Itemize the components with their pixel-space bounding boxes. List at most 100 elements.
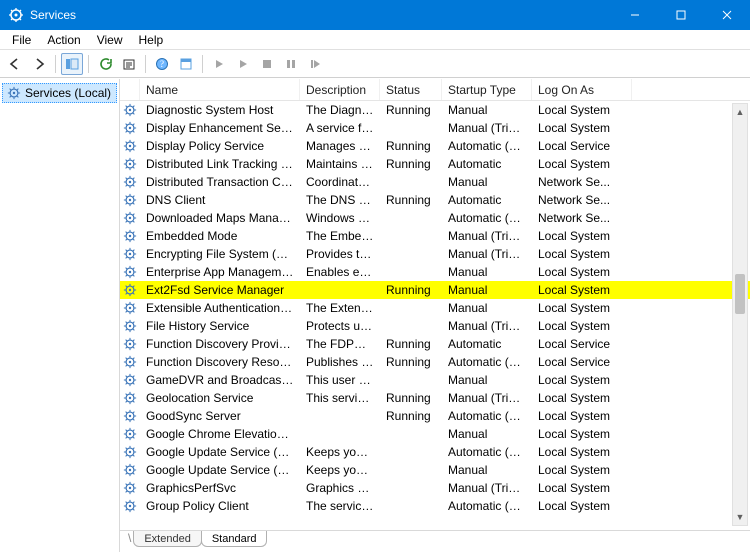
service-logon: Local System [532,463,632,477]
svg-text:?: ? [160,59,164,69]
restart-service-button[interactable] [304,53,326,75]
table-row[interactable]: Encrypting File System (EFS)Provides the… [120,245,750,263]
service-gear-icon [122,102,138,118]
service-logon: Local Service [532,139,632,153]
scroll-thumb[interactable] [735,274,745,314]
vertical-scrollbar[interactable]: ▲ ▼ [732,103,748,526]
table-row[interactable]: Ext2Fsd Service ManagerRunningManualLoca… [120,281,750,299]
menu-file[interactable]: File [4,31,39,49]
tree-root-services-local[interactable]: Services (Local) [2,83,117,103]
table-row[interactable]: GraphicsPerfSvcGraphics per...Manual (Tr… [120,479,750,497]
table-row[interactable]: Group Policy ClientThe service i...Autom… [120,497,750,515]
service-logon: Local System [532,391,632,405]
maximize-button[interactable] [658,0,704,30]
column-header-description[interactable]: Description [300,79,380,100]
table-row[interactable]: Geolocation ServiceThis service ...Runni… [120,389,750,407]
service-startup: Manual [442,175,532,189]
menu-help[interactable]: Help [131,31,172,49]
service-logon: Local System [532,481,632,495]
toolbar-separator [55,55,56,73]
tab-extended[interactable]: Extended [133,531,201,547]
service-description: Windows ser... [300,211,380,225]
service-gear-icon [122,372,138,388]
service-description: Protects user... [300,319,380,333]
start-service-alt-button[interactable] [232,53,254,75]
table-row[interactable]: Google Update Service (gup...Keeps your … [120,443,750,461]
table-row[interactable]: Function Discovery Provider ...The FDPHO… [120,335,750,353]
nav-back-button[interactable] [4,53,26,75]
table-row[interactable]: Embedded ModeThe Embedd...Manual (Trigg.… [120,227,750,245]
header-spacer [120,79,140,100]
title-bar: Services [0,0,750,30]
minimize-button[interactable] [612,0,658,30]
table-row[interactable]: Display Policy ServiceManages th...Runni… [120,137,750,155]
service-logon: Local System [532,283,632,297]
show-hide-tree-button[interactable] [61,53,83,75]
menu-view[interactable]: View [89,31,131,49]
column-header-status[interactable]: Status [380,79,442,100]
service-gear-icon [122,210,138,226]
service-status: Running [380,409,442,423]
service-startup: Manual [442,265,532,279]
help-button[interactable]: ? [151,53,173,75]
gear-icon [7,86,21,100]
service-name: Display Policy Service [140,139,300,153]
service-name: Google Chrome Elevation Se... [140,427,300,441]
table-row[interactable]: Enterprise App Manageme...Enables ente..… [120,263,750,281]
service-description: Keeps your ... [300,445,380,459]
service-logon: Local System [532,319,632,333]
service-status: Running [380,337,442,351]
service-logon: Network Se... [532,175,632,189]
table-row[interactable]: Distributed Link Tracking Cli...Maintain… [120,155,750,173]
service-name: Function Discovery Provider ... [140,337,300,351]
column-header-logon[interactable]: Log On As [532,79,632,100]
start-service-button[interactable] [208,53,230,75]
service-status: Running [380,103,442,117]
service-logon: Network Se... [532,193,632,207]
service-description: This user ser... [300,373,380,387]
service-name: Geolocation Service [140,391,300,405]
toolbar-separator [202,55,203,73]
table-row[interactable]: GoodSync ServerRunningAutomatic (De...Lo… [120,407,750,425]
table-row[interactable]: Google Update Service (gup...Keeps your … [120,461,750,479]
refresh-button[interactable] [94,53,116,75]
close-button[interactable] [704,0,750,30]
service-logon: Local System [532,157,632,171]
service-startup: Manual (Trigg... [442,481,532,495]
properties-button[interactable] [175,53,197,75]
table-row[interactable]: Extensible Authentication Pr...The Exten… [120,299,750,317]
service-name: Diagnostic System Host [140,103,300,117]
pause-service-button[interactable] [280,53,302,75]
service-startup: Manual (Trigg... [442,247,532,261]
column-header-name[interactable]: Name [140,79,300,100]
menu-action[interactable]: Action [39,31,88,49]
service-logon: Local System [532,103,632,117]
table-row[interactable]: Display Enhancement ServiceA service for… [120,119,750,137]
service-description: The Embedd... [300,229,380,243]
service-startup: Automatic [442,337,532,351]
table-row[interactable]: Downloaded Maps ManagerWindows ser...Aut… [120,209,750,227]
service-startup: Automatic (De... [442,211,532,225]
scroll-up-arrow-icon[interactable]: ▲ [733,104,747,120]
table-row[interactable]: Diagnostic System HostThe Diagnos...Runn… [120,101,750,119]
service-gear-icon [122,120,138,136]
export-list-button[interactable] [118,53,140,75]
service-description: Coordinates ... [300,175,380,189]
table-row[interactable]: GameDVR and Broadcast Us...This user ser… [120,371,750,389]
table-row[interactable]: Google Chrome Elevation Se...ManualLocal… [120,425,750,443]
table-row[interactable]: Function Discovery Resourc...Publishes t… [120,353,750,371]
service-startup: Automatic (De... [442,409,532,423]
tab-standard[interactable]: Standard [201,531,268,547]
table-row[interactable]: File History ServiceProtects user...Manu… [120,317,750,335]
table-row[interactable]: Distributed Transaction Coor...Coordinat… [120,173,750,191]
service-name: Display Enhancement Service [140,121,300,135]
service-startup: Manual [442,427,532,441]
stop-service-button[interactable] [256,53,278,75]
scroll-down-arrow-icon[interactable]: ▼ [733,509,747,525]
column-header-startup[interactable]: Startup Type [442,79,532,100]
service-logon: Network Se... [532,211,632,225]
service-gear-icon [122,354,138,370]
service-gear-icon [122,264,138,280]
nav-forward-button[interactable] [28,53,50,75]
table-row[interactable]: DNS ClientThe DNS Cli...RunningAutomatic… [120,191,750,209]
